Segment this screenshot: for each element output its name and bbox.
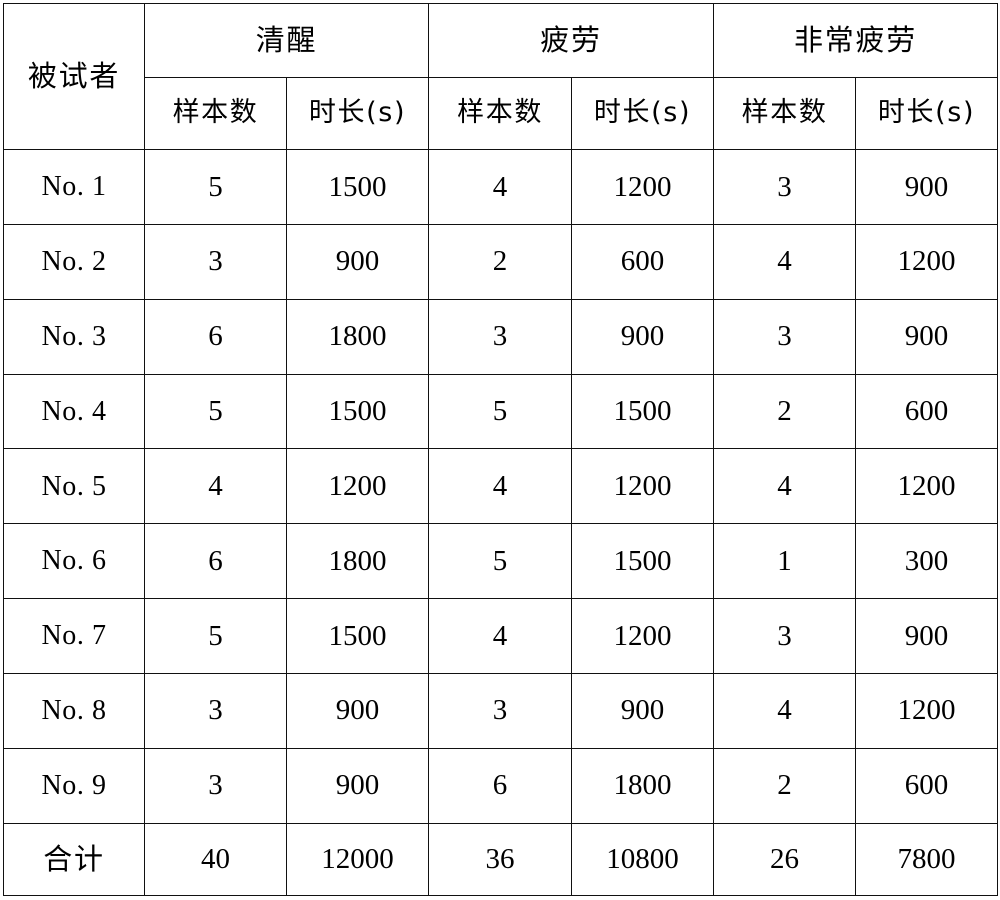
cell-severe-count: 2 — [713, 373, 857, 450]
cell-subject: No. 1 — [3, 149, 145, 225]
cell-fatigue-duration: 900 — [571, 672, 715, 749]
cell-total-awake-duration: 12000 — [285, 822, 430, 897]
column-header-fatigue-sample-count: 样本数 — [428, 77, 573, 150]
cell-awake-duration: 1800 — [285, 523, 430, 600]
cell-fatigue-duration: 1200 — [571, 149, 715, 225]
table-row: No. 7 5 1500 4 1200 3 900 — [3, 598, 999, 674]
column-group-header-fatigue: 疲劳 — [428, 3, 715, 78]
cell-fatigue-count: 4 — [428, 598, 573, 674]
column-header-subject: 被试者 — [3, 3, 145, 150]
cell-severe-duration: 300 — [855, 523, 999, 600]
cell-subject: No. 6 — [3, 523, 145, 600]
cell-severe-duration: 600 — [855, 373, 999, 450]
cell-awake-count: 4 — [144, 448, 287, 525]
cell-severe-count: 4 — [713, 448, 857, 525]
cell-subject: No. 2 — [3, 223, 145, 300]
table-header-row-subcolumns: 样本数 时长(s) 样本数 时长(s) 样本数 时长(s) — [4, 77, 999, 150]
cell-fatigue-count: 3 — [428, 672, 573, 749]
cell-severe-duration: 1200 — [855, 223, 999, 300]
cell-fatigue-count: 2 — [428, 223, 573, 300]
cell-awake-duration: 1500 — [285, 598, 430, 674]
column-group-header-severe-fatigue: 非常疲劳 — [713, 3, 999, 78]
cell-fatigue-count: 6 — [428, 747, 573, 824]
cell-fatigue-duration: 900 — [571, 298, 715, 375]
cell-severe-count: 1 — [713, 523, 857, 600]
column-header-awake-duration: 时长(s) — [285, 77, 430, 150]
table-header-row-groups: 被试者 清醒 疲劳 非常疲劳 — [3, 3, 999, 150]
table-body: No. 1 5 1500 4 1200 3 900 No. 2 3 900 2 … — [3, 149, 999, 897]
cell-severe-count: 3 — [713, 298, 857, 375]
cell-awake-duration: 1500 — [285, 149, 430, 225]
cell-awake-count: 5 — [144, 149, 287, 225]
table-row: No. 3 6 1800 3 900 3 900 — [3, 298, 999, 375]
cell-severe-duration: 1200 — [855, 672, 999, 749]
cell-awake-duration: 1200 — [285, 448, 430, 525]
cell-fatigue-count: 5 — [428, 373, 573, 450]
cell-severe-duration: 900 — [855, 298, 999, 375]
cell-subject: No. 3 — [3, 298, 145, 375]
cell-total-fatigue-count: 36 — [428, 822, 573, 897]
cell-severe-duration: 900 — [855, 598, 999, 674]
cell-severe-count: 3 — [713, 149, 857, 225]
cell-severe-duration: 600 — [855, 747, 999, 824]
column-header-severe-sample-count: 样本数 — [713, 77, 857, 150]
cell-awake-count: 3 — [144, 223, 287, 300]
cell-fatigue-duration: 1200 — [571, 598, 715, 674]
cell-fatigue-duration: 1500 — [571, 523, 715, 600]
cell-fatigue-count: 4 — [428, 448, 573, 525]
cell-subject: No. 8 — [3, 672, 145, 749]
cell-subject: No. 9 — [3, 747, 145, 824]
cell-total-awake-count: 40 — [144, 822, 287, 897]
cell-awake-count: 6 — [144, 298, 287, 375]
cell-awake-duration: 900 — [285, 223, 430, 300]
cell-fatigue-duration: 1200 — [571, 448, 715, 525]
cell-total-severe-duration: 7800 — [855, 822, 999, 897]
column-header-awake-sample-count: 样本数 — [144, 77, 287, 150]
cell-severe-duration: 900 — [855, 149, 999, 225]
cell-awake-count: 6 — [144, 523, 287, 600]
cell-awake-count: 5 — [144, 373, 287, 450]
table-row: No. 2 3 900 2 600 4 1200 — [3, 223, 999, 300]
cell-awake-count: 3 — [144, 672, 287, 749]
cell-total-fatigue-duration: 10800 — [571, 822, 715, 897]
table-total-row: 合计 40 12000 36 10800 26 7800 — [3, 822, 999, 897]
table-row: No. 9 3 900 6 1800 2 600 — [3, 747, 999, 824]
cell-severe-count: 4 — [713, 672, 857, 749]
column-header-severe-duration: 时长(s) — [855, 77, 999, 150]
cell-subject: No. 7 — [3, 598, 145, 674]
cell-awake-duration: 900 — [285, 747, 430, 824]
cell-subject: No. 5 — [3, 448, 145, 525]
cell-awake-duration: 1500 — [285, 373, 430, 450]
cell-awake-count: 5 — [144, 598, 287, 674]
fatigue-sample-table-container: 被试者 清醒 疲劳 非常疲劳 样本数 时长(s) 样本数 时长(s) 样本数 时… — [3, 3, 999, 897]
cell-severe-count: 2 — [713, 747, 857, 824]
cell-fatigue-duration: 1800 — [571, 747, 715, 824]
table-row: No. 5 4 1200 4 1200 4 1200 — [3, 448, 999, 525]
cell-fatigue-duration: 600 — [571, 223, 715, 300]
cell-awake-duration: 1800 — [285, 298, 430, 375]
fatigue-sample-table: 被试者 清醒 疲劳 非常疲劳 样本数 时长(s) 样本数 时长(s) 样本数 时… — [3, 3, 999, 897]
column-header-fatigue-duration: 时长(s) — [571, 77, 715, 150]
column-group-header-awake: 清醒 — [143, 3, 430, 78]
cell-severe-count: 3 — [713, 598, 857, 674]
table-row: No. 6 6 1800 5 1500 1 300 — [3, 523, 999, 600]
table-row: No. 4 5 1500 5 1500 2 600 — [3, 373, 999, 450]
cell-total-severe-count: 26 — [713, 822, 857, 897]
cell-awake-duration: 900 — [285, 672, 430, 749]
cell-total-label: 合计 — [3, 822, 145, 897]
cell-subject: No. 4 — [3, 373, 145, 450]
cell-awake-count: 3 — [144, 747, 287, 824]
cell-fatigue-duration: 1500 — [571, 373, 715, 450]
cell-fatigue-count: 4 — [428, 149, 573, 225]
table-row: No. 1 5 1500 4 1200 3 900 — [3, 149, 999, 225]
cell-fatigue-count: 3 — [428, 298, 573, 375]
table-header: 被试者 清醒 疲劳 非常疲劳 样本数 时长(s) 样本数 时长(s) 样本数 时… — [3, 3, 999, 150]
cell-fatigue-count: 5 — [428, 523, 573, 600]
cell-severe-duration: 1200 — [855, 448, 999, 525]
table-row: No. 8 3 900 3 900 4 1200 — [3, 672, 999, 749]
cell-severe-count: 4 — [713, 223, 857, 300]
